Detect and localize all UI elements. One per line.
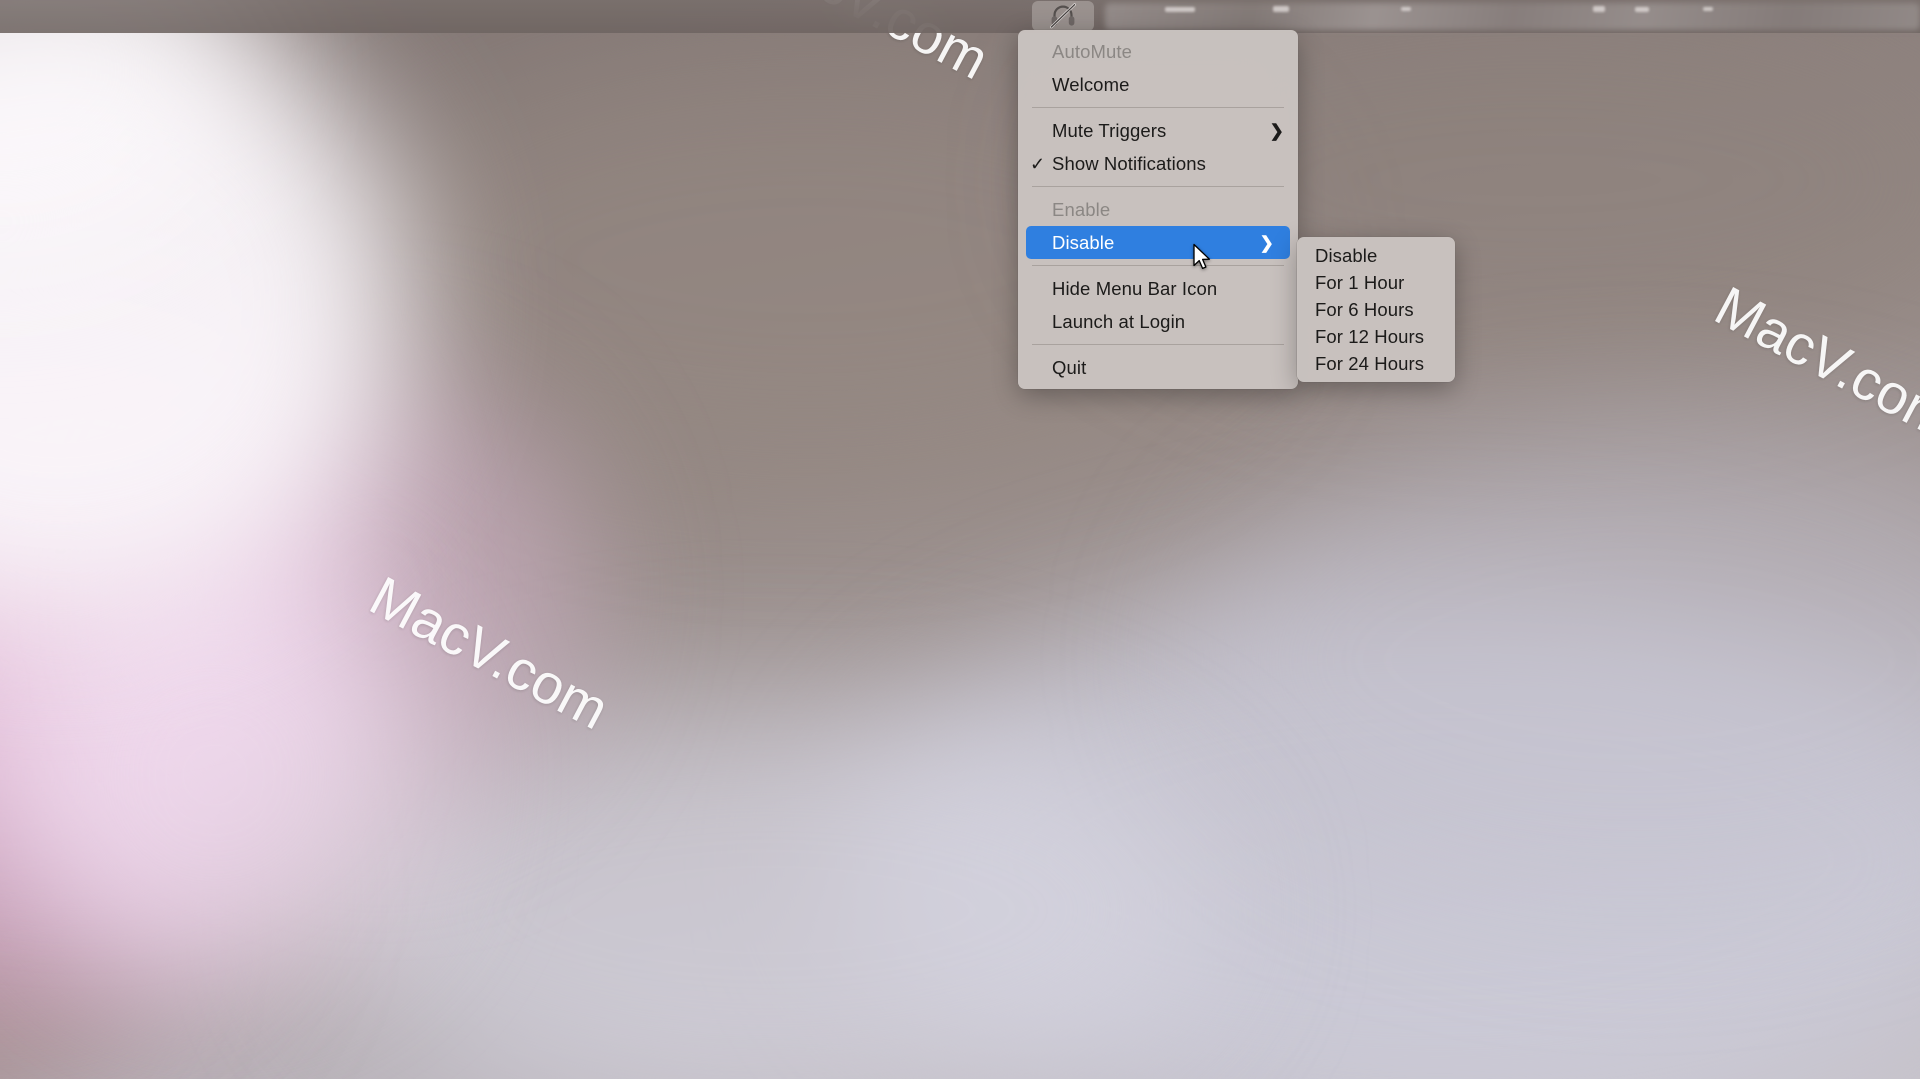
menu-item-label: For 1 Hour bbox=[1315, 271, 1405, 293]
menu-item-label: Welcome bbox=[1052, 73, 1130, 95]
automute-main-menu[interactable]: AutoMute Welcome Mute Triggers ❯ ✓ Show … bbox=[1018, 30, 1298, 389]
menubar-redacted-specks bbox=[1105, 2, 1920, 16]
menu-item-label: Disable bbox=[1315, 244, 1378, 266]
menu-item-enable: Enable bbox=[1018, 193, 1298, 226]
menu-separator-2 bbox=[1032, 186, 1284, 187]
headphones-muted-icon bbox=[1050, 3, 1076, 29]
chevron-right-icon: ❯ bbox=[1259, 233, 1274, 252]
submenu-item-for-1-hour[interactable]: For 1 Hour bbox=[1297, 269, 1455, 296]
menu-separator-3 bbox=[1032, 265, 1284, 266]
submenu-item-for-24-hours[interactable]: For 24 Hours bbox=[1297, 350, 1455, 377]
menu-item-label: Mute Triggers bbox=[1052, 119, 1167, 141]
menu-item-mute-triggers[interactable]: Mute Triggers ❯ bbox=[1018, 114, 1298, 147]
submenu-item-disable[interactable]: Disable bbox=[1297, 242, 1455, 269]
menu-item-automute-title: AutoMute bbox=[1018, 35, 1298, 68]
desktop-background: MacV.com MacV.com MacV.com bbox=[0, 0, 1920, 1079]
menu-item-label: Show Notifications bbox=[1052, 152, 1206, 174]
menu-item-welcome[interactable]: Welcome bbox=[1018, 68, 1298, 101]
chevron-right-icon: ❯ bbox=[1269, 121, 1284, 140]
menu-item-label: Quit bbox=[1052, 356, 1087, 378]
menu-item-quit[interactable]: Quit bbox=[1018, 351, 1298, 384]
menu-item-label: For 24 Hours bbox=[1315, 352, 1425, 374]
menu-item-show-notifications[interactable]: ✓ Show Notifications bbox=[1018, 147, 1298, 180]
disable-submenu[interactable]: Disable For 1 Hour For 6 Hours For 12 Ho… bbox=[1297, 237, 1455, 382]
menu-item-disable[interactable]: Disable ❯ bbox=[1026, 226, 1290, 259]
menu-separator-1 bbox=[1032, 107, 1284, 108]
menu-item-label: Hide Menu Bar Icon bbox=[1052, 277, 1218, 299]
menu-item-launch-at-login[interactable]: Launch at Login bbox=[1018, 305, 1298, 338]
system-menu-bar bbox=[0, 0, 1920, 33]
checkmark-icon: ✓ bbox=[1030, 153, 1046, 174]
menu-item-label: Enable bbox=[1052, 198, 1111, 220]
submenu-item-for-6-hours[interactable]: For 6 Hours bbox=[1297, 296, 1455, 323]
wallpaper-blobs bbox=[0, 0, 1920, 1079]
menubar-automute-icon-button[interactable] bbox=[1032, 1, 1094, 31]
menu-item-label: For 6 Hours bbox=[1315, 298, 1414, 320]
menu-item-label: Launch at Login bbox=[1052, 310, 1186, 332]
menu-item-label: AutoMute bbox=[1052, 40, 1132, 62]
submenu-item-for-12-hours[interactable]: For 12 Hours bbox=[1297, 323, 1455, 350]
menu-separator-4 bbox=[1032, 344, 1284, 345]
menu-item-label: Disable bbox=[1052, 231, 1115, 253]
menu-item-label: For 12 Hours bbox=[1315, 325, 1425, 347]
menu-item-hide-menu-bar-icon[interactable]: Hide Menu Bar Icon bbox=[1018, 272, 1298, 305]
